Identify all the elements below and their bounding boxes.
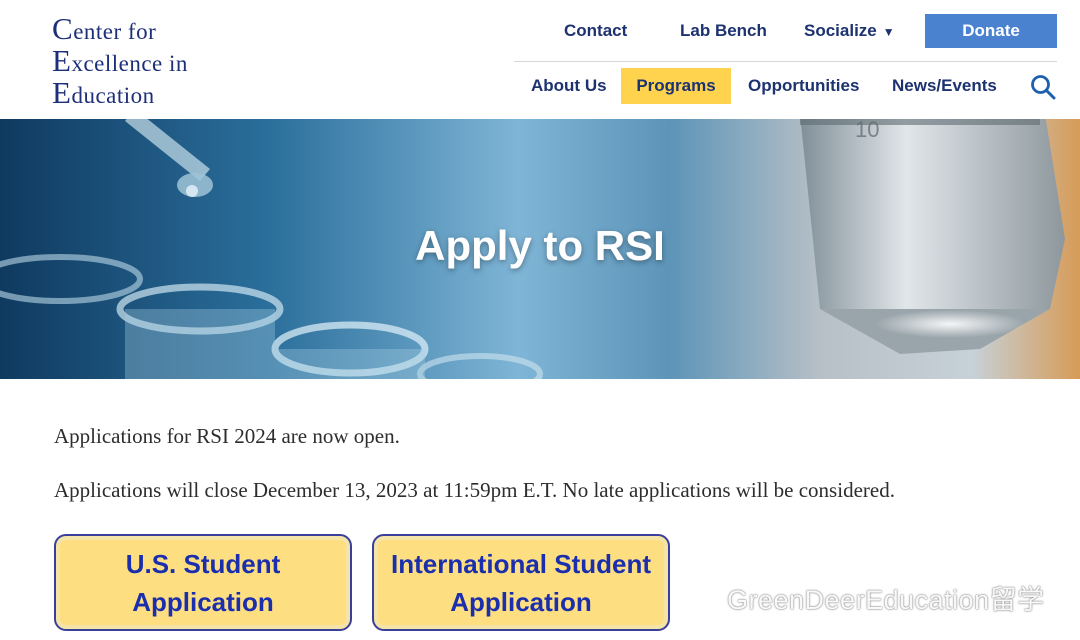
page-title: Apply to RSI: [415, 222, 665, 269]
watermark: GreenDeerEducation留学: [687, 578, 1045, 619]
search-icon[interactable]: [1030, 74, 1056, 100]
nav-divider: [514, 61, 1057, 62]
us-button-line-2: Application: [132, 586, 274, 617]
site-logo[interactable]: Center for Excellence in Education: [52, 11, 188, 110]
intl-button-line-1: International Student: [391, 548, 651, 579]
socialize-label: Socialize: [804, 21, 877, 40]
logo-line-3: Education: [52, 75, 155, 110]
donate-button[interactable]: Donate: [925, 14, 1057, 48]
utility-nav: Contact Lab Bench Socialize ▼ Donate: [540, 14, 1060, 48]
us-button-line-1: U.S. Student: [125, 548, 281, 579]
lab-bench-link[interactable]: Lab Bench: [680, 21, 767, 41]
nav-news-events[interactable]: News/Events: [884, 68, 1005, 104]
nav-about-us[interactable]: About Us: [523, 68, 615, 104]
intro-text: Applications for RSI 2024 are now open.: [54, 424, 400, 448]
international-student-application-button[interactable]: International Student Application: [372, 534, 670, 631]
intl-button-line-2: Application: [450, 586, 592, 617]
socialize-dropdown[interactable]: Socialize ▼: [804, 21, 895, 41]
main-nav: About Us Programs Opportunities News/Eve…: [514, 68, 1074, 104]
contact-link[interactable]: Contact: [564, 21, 627, 41]
nav-programs[interactable]: Programs: [621, 68, 731, 104]
us-student-application-button[interactable]: U.S. Student Application: [54, 534, 352, 631]
caret-down-icon: ▼: [882, 25, 895, 39]
deadline-text: Applications will close December 13, 202…: [54, 478, 895, 502]
logo-line-2: Excellence in: [52, 43, 188, 78]
nav-opportunities[interactable]: Opportunities: [740, 68, 867, 104]
wechat-icon: [687, 584, 727, 619]
watermark-text: GreenDeerEducation留学: [727, 585, 1045, 615]
logo-line-1: Center for: [52, 11, 157, 46]
hero-banner: 10 Apply to RSI: [0, 119, 1080, 379]
